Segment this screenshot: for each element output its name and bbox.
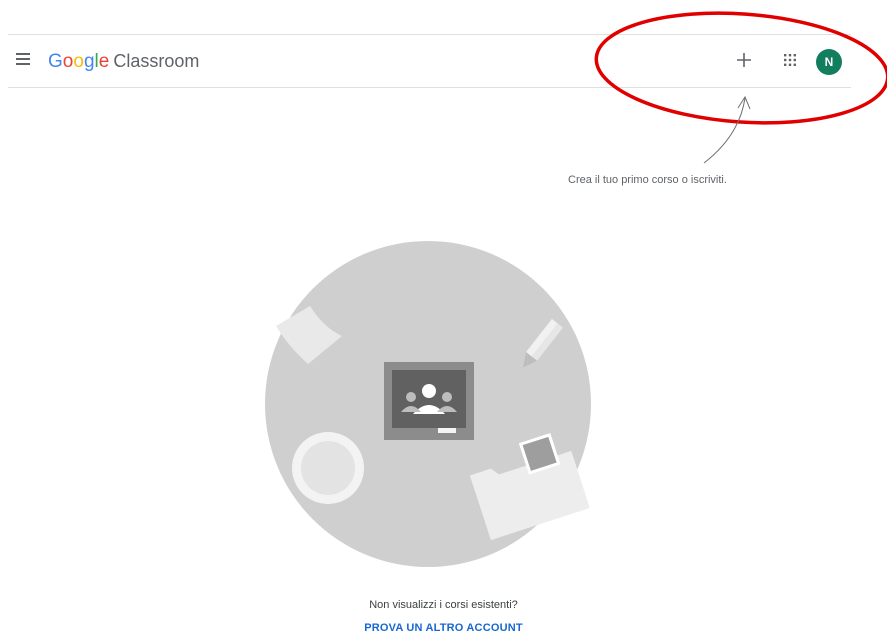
app-header: Google Classroom N (8, 34, 851, 88)
logo-letter: G (48, 51, 63, 72)
avatar-initial: N (824, 55, 834, 69)
menu-icon[interactable] (16, 53, 32, 67)
coffee-cup-icon (292, 432, 364, 504)
hint-arrow-head-icon (737, 95, 751, 110)
account-avatar[interactable]: N (816, 49, 842, 75)
logo-letter: e (98, 51, 110, 72)
google-classroom-logo[interactable]: Google Classroom (48, 50, 199, 73)
chalkboard-icon (384, 362, 474, 440)
try-another-account-link[interactable]: PROVA UN ALTRO ACCOUNT (0, 622, 887, 634)
product-name: Classroom (113, 51, 200, 71)
logo-letter: o (73, 51, 84, 72)
google-apps-button[interactable] (780, 50, 800, 70)
empty-classroom-illustration (265, 241, 591, 567)
hint-arrow-line (703, 97, 746, 164)
logo-letter: o (62, 51, 74, 72)
create-or-join-class-button[interactable] (732, 48, 756, 72)
apps-grid-icon (784, 54, 796, 66)
logo-letter: g (83, 51, 95, 72)
create-first-class-hint: Crea il tuo primo corso o iscriviti. (568, 174, 727, 186)
plus-icon (737, 53, 751, 67)
missing-classes-question: Non visualizzi i corsi esistenti? (369, 599, 518, 611)
